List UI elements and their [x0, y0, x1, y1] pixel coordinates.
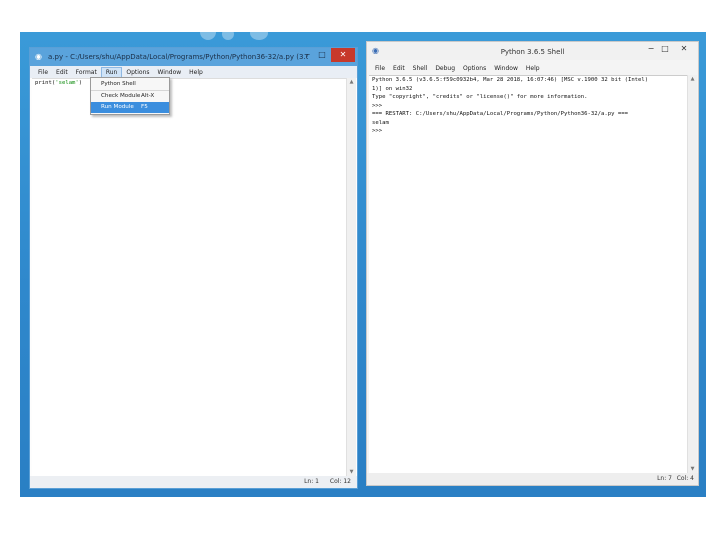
editor-menubar: File Edit Format Run Options Window Help — [30, 66, 357, 78]
menu-help[interactable]: Help — [522, 63, 544, 74]
menu-help[interactable]: Help — [185, 67, 207, 78]
shell-scrollbar[interactable]: ▲ ▼ — [687, 75, 697, 473]
wallpaper-bokeh — [222, 32, 234, 40]
editor-statusbar: Ln: 1 Col: 12 — [30, 476, 357, 488]
shell-window[interactable]: ◉ Python 3.6.5 Shell − □ ✕ File Edit She… — [366, 41, 699, 486]
shell-line: Python 3.6.5 (v3.6.5:f59c0932b4, Mar 28 … — [372, 77, 649, 83]
menu-item-shortcut: F5 — [141, 104, 148, 110]
menu-item-python-shell[interactable]: Python Shell — [91, 79, 169, 91]
shell-line: Type "copyright", "credits" or "license(… — [372, 94, 588, 100]
col-indicator: Col: 12 — [329, 478, 351, 485]
col-indicator: Col: 4 — [676, 475, 694, 482]
close-icon[interactable]: ✕ — [331, 48, 355, 62]
editor-title-bar[interactable]: ◉ a.py - C:/Users/shu/AppData/Local/Prog… — [30, 48, 357, 66]
minimize-icon[interactable]: − — [644, 42, 658, 56]
menu-edit[interactable]: Edit — [52, 67, 72, 78]
shell-statusbar: Ln: 7 Col: 4 — [367, 473, 698, 485]
menu-options[interactable]: Options — [122, 67, 153, 78]
wallpaper-bokeh — [250, 32, 268, 40]
minimize-icon[interactable]: − — [299, 48, 315, 62]
wallpaper-bokeh — [200, 32, 216, 40]
scroll-down-icon[interactable]: ▼ — [347, 468, 356, 476]
menu-item-label: Python Shell — [101, 81, 136, 87]
menu-debug[interactable]: Debug — [431, 63, 459, 74]
code-string: 'selam' — [55, 80, 79, 86]
menu-window[interactable]: Window — [490, 63, 522, 74]
menu-item-label: Check Module — [101, 93, 141, 99]
code-suffix: ) — [78, 80, 83, 86]
python-idle-icon: ◉ — [35, 52, 42, 61]
menu-item-check-module[interactable]: Check Module Alt-X — [91, 91, 169, 102]
line-indicator: Ln: 1 — [304, 478, 319, 485]
shell-menubar: File Edit Shell Debug Options Window Hel… — [367, 62, 698, 74]
menu-format[interactable]: Format — [72, 67, 101, 78]
shell-output: selam — [372, 119, 389, 126]
shell-title-bar[interactable]: ◉ Python 3.6.5 Shell − □ ✕ — [367, 42, 698, 60]
menu-window[interactable]: Window — [154, 67, 186, 78]
shell-line: 1)] on win32 — [372, 85, 413, 92]
editor-title: a.py - C:/Users/shu/AppData/Local/Progra… — [48, 53, 308, 61]
shell-prompt: >>> — [372, 102, 386, 109]
scroll-up-icon[interactable]: ▲ — [347, 78, 356, 86]
shell-prompt[interactable]: >>> — [369, 127, 688, 136]
menu-item-label: Run Module — [101, 104, 134, 110]
shell-line: === RESTART: C:/Users/shu/AppData/Local/… — [372, 111, 628, 117]
menu-file[interactable]: File — [371, 63, 389, 74]
menu-options[interactable]: Options — [459, 63, 490, 74]
menu-file[interactable]: File — [34, 67, 52, 78]
scroll-down-icon[interactable]: ▼ — [688, 465, 697, 473]
editor-window[interactable]: ◉ a.py - C:/Users/shu/AppData/Local/Prog… — [29, 47, 358, 489]
menu-item-run-module[interactable]: Run Module F5 — [91, 102, 169, 113]
code-line: print('selam') — [32, 79, 347, 88]
close-icon[interactable]: ✕ — [674, 42, 694, 56]
editor-scrollbar[interactable]: ▲ ▼ — [346, 78, 356, 476]
line-indicator: Ln: 7 — [657, 475, 672, 482]
maximize-icon[interactable]: □ — [315, 48, 329, 62]
menu-item-shortcut: Alt-X — [141, 93, 155, 99]
menu-edit[interactable]: Edit — [389, 63, 409, 74]
maximize-icon[interactable]: □ — [658, 42, 672, 56]
scroll-up-icon[interactable]: ▲ — [688, 75, 697, 83]
run-menu-dropdown: Python Shell Check Module Alt-X Run Modul… — [90, 77, 170, 115]
shell-output-area[interactable]: Python 3.6.5 (v3.6.5:f59c0932b4, Mar 28 … — [369, 75, 688, 473]
menu-shell[interactable]: Shell — [409, 63, 432, 74]
code-prefix: print( — [35, 80, 56, 86]
desktop-background: ◉ a.py - C:/Users/shu/AppData/Local/Prog… — [20, 32, 706, 497]
code-editor-area[interactable]: print('selam') — [32, 78, 347, 476]
menu-run[interactable]: Run — [100, 66, 123, 78]
